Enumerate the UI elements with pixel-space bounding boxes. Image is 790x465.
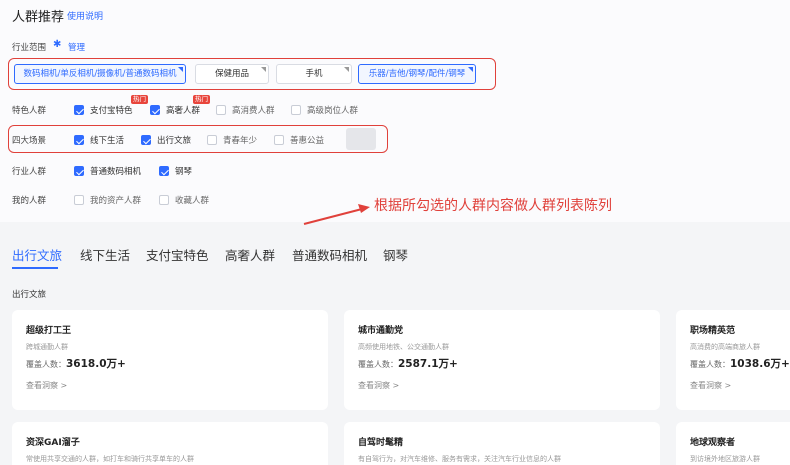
gear-icon[interactable]: ✱: [53, 40, 63, 50]
card-desc: 常使用共享交通的人群，如打车和骑行共享单车的人群: [26, 455, 194, 463]
industry-row-label: 行业人群: [12, 167, 47, 177]
tab-offline-life[interactable]: 线下生活: [80, 245, 130, 264]
mine-row-label: 我的人群: [12, 196, 47, 206]
checkbox-box[interactable]: [74, 166, 84, 176]
view-insight-link[interactable]: 查看洞察 >: [358, 380, 399, 391]
checkbox-box[interactable]: [159, 166, 169, 176]
checkbox-box[interactable]: [74, 195, 84, 205]
placeholder-block: [346, 128, 376, 150]
card-desc: 跨城通勤人群: [26, 343, 68, 351]
filter-panel: 人群推荐 使用说明 行业范围 ✱ 管理 数码相机/单反相机/摄像机/普通数码相机…: [0, 0, 790, 222]
annotation-text: 根据所勾选的人群内容做人群列表陈列: [374, 198, 612, 214]
corner-marker-icon: [178, 67, 183, 72]
industry-tag[interactable]: 保健用品: [195, 64, 269, 84]
checkbox-box[interactable]: [274, 135, 284, 145]
card-desc: 高频使用地铁、公交通勤人群: [358, 343, 449, 351]
section-title: 出行文旅: [12, 290, 47, 300]
checkbox-alipay-feature[interactable]: 支付宝特色: [74, 104, 133, 116]
card-name: 职场精英范: [690, 326, 736, 336]
tab-travel[interactable]: 出行文旅: [12, 245, 62, 264]
view-insight-link[interactable]: 查看洞察 >: [690, 380, 731, 391]
checkbox-box[interactable]: [291, 105, 301, 115]
feature-row-label: 特色人群: [12, 106, 47, 116]
annotation-box-scenes: [8, 125, 388, 153]
checkbox-box[interactable]: [207, 135, 217, 145]
manage-link[interactable]: 管理: [68, 41, 85, 53]
industry-tag[interactable]: 乐器/吉他/钢琴/配件/钢琴: [358, 64, 476, 84]
checkbox-offline-life[interactable]: 线下生活: [74, 134, 124, 146]
checkbox-charity[interactable]: 善惠公益: [274, 134, 324, 146]
industry-tag[interactable]: 数码相机/单反相机/摄像机/普通数码相机: [14, 64, 186, 84]
checkbox-senior-position[interactable]: 高级岗位人群: [291, 104, 358, 116]
scenes-row-label: 四大场景: [12, 136, 47, 146]
hot-badge: 热门: [193, 95, 210, 104]
tab-piano[interactable]: 钢琴: [383, 245, 408, 264]
help-link[interactable]: 使用说明: [67, 9, 103, 22]
industry-tag[interactable]: 手机: [276, 64, 352, 84]
page-title: 人群推荐: [12, 10, 65, 25]
tab-luxury[interactable]: 高奢人群: [225, 245, 275, 264]
active-tab-indicator: [12, 267, 58, 269]
card-desc: 到访境外地区旅游人群: [690, 455, 760, 463]
card-name: 地球观察者: [690, 438, 736, 448]
audience-card[interactable]: 职场精英范 高消费的高端商旅人群 覆盖人数：1038.6万+ 查看洞察 >: [676, 310, 790, 410]
audience-card[interactable]: 自驾时髦精 有自驾行为，对汽车维修、服务有需求，关注汽车行业信息的人群: [344, 422, 660, 465]
card-name: 资深GAI溜子: [26, 438, 80, 448]
card-coverage: 覆盖人数：3618.0万+: [26, 358, 126, 370]
card-coverage: 覆盖人数：1038.6万+: [690, 358, 790, 370]
view-insight-link[interactable]: 查看洞察 >: [26, 380, 67, 391]
corner-marker-icon: [261, 67, 266, 72]
checkbox-travel[interactable]: 出行文旅: [141, 134, 191, 146]
tab-alipay-feature[interactable]: 支付宝特色: [146, 245, 209, 264]
checkbox-digital-camera[interactable]: 普通数码相机: [74, 165, 141, 177]
corner-marker-icon: [344, 67, 349, 72]
checkbox-piano[interactable]: 钢琴: [159, 165, 192, 177]
checkbox-box[interactable]: [159, 195, 169, 205]
checkbox-youth[interactable]: 青春年少: [207, 134, 257, 146]
checkbox-luxury[interactable]: 高奢人群: [150, 104, 200, 116]
checkbox-box[interactable]: [74, 135, 84, 145]
audience-card[interactable]: 资深GAI溜子 常使用共享交通的人群，如打车和骑行共享单车的人群: [12, 422, 328, 465]
card-desc: 有自驾行为，对汽车维修、服务有需求，关注汽车行业信息的人群: [358, 455, 561, 463]
card-name: 城市通勤党: [358, 326, 404, 336]
checkbox-box[interactable]: [216, 105, 226, 115]
tab-bar: 出行文旅 线下生活 支付宝特色 高奢人群 普通数码相机 钢琴: [0, 236, 790, 270]
checkbox-box[interactable]: [141, 135, 151, 145]
card-name: 超级打工王: [26, 326, 72, 336]
card-desc: 高消费的高端商旅人群: [690, 343, 760, 351]
industry-scope-label: 行业范围: [12, 43, 47, 53]
checkbox-box[interactable]: [74, 105, 84, 115]
hot-badge: 热门: [131, 95, 148, 104]
audience-card[interactable]: 地球观察者 到访境外地区旅游人群: [676, 422, 790, 465]
checkbox-my-assets[interactable]: 我的资产人群: [74, 194, 141, 206]
card-coverage: 覆盖人数：2587.1万+: [358, 358, 458, 370]
tab-digital-camera[interactable]: 普通数码相机: [292, 245, 367, 264]
corner-marker-icon: [468, 67, 473, 72]
checkbox-box[interactable]: [150, 105, 160, 115]
checkbox-high-spend[interactable]: 高消费人群: [216, 104, 275, 116]
card-name: 自驾时髦精: [358, 438, 404, 448]
audience-card[interactable]: 城市通勤党 高频使用地铁、公交通勤人群 覆盖人数：2587.1万+ 查看洞察 >: [344, 310, 660, 410]
checkbox-favorites[interactable]: 收藏人群: [159, 194, 209, 206]
audience-card[interactable]: 超级打工王 跨城通勤人群 覆盖人数：3618.0万+ 查看洞察 >: [12, 310, 328, 410]
